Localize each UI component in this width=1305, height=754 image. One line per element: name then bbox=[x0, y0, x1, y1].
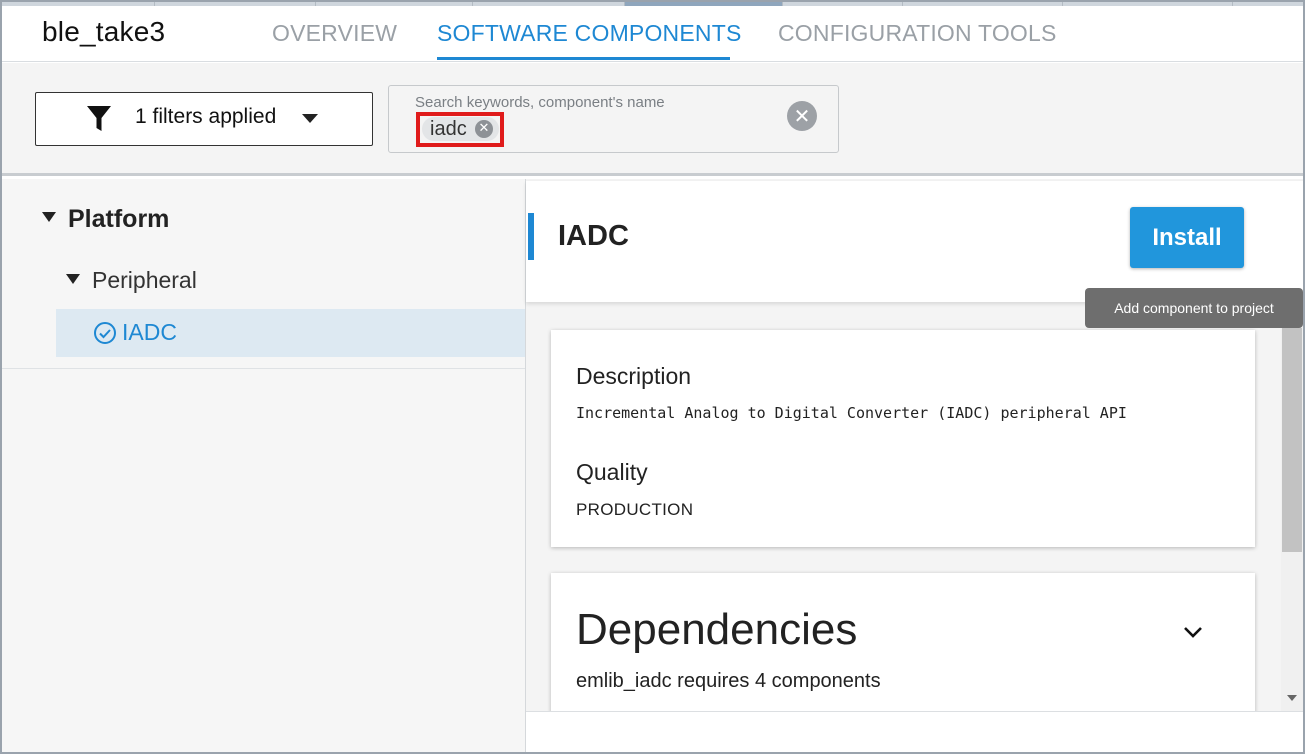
component-tree: Platform Peripheral IADC bbox=[2, 179, 525, 752]
clear-search-icon[interactable]: ✕ bbox=[787, 101, 817, 131]
expand-caret-icon[interactable] bbox=[66, 273, 80, 284]
description-label: Description bbox=[576, 363, 692, 389]
title-accent-bar bbox=[528, 213, 534, 260]
component-header: IADC Install bbox=[526, 181, 1303, 302]
funnel-icon bbox=[86, 105, 112, 138]
search-chip: iadc ✕ bbox=[422, 117, 499, 141]
tree-node-label: Platform bbox=[68, 205, 170, 233]
filter-button[interactable]: 1 filters applied bbox=[35, 92, 373, 146]
install-button[interactable]: Install bbox=[1130, 207, 1244, 268]
component-title: IADC bbox=[558, 220, 629, 252]
install-tooltip: Add component to project bbox=[1085, 288, 1303, 328]
search-chip-label: iadc bbox=[430, 118, 467, 140]
description-text: Incremental Analog to Digital Converter … bbox=[576, 404, 1127, 422]
quality-label: Quality bbox=[576, 459, 648, 485]
scroll-thumb[interactable] bbox=[1282, 328, 1302, 552]
tab-overview[interactable]: OVERVIEW bbox=[272, 20, 397, 47]
dependencies-card: Dependencies emlib_iadc requires 4 compo… bbox=[551, 573, 1255, 733]
tree-node-label: Peripheral bbox=[92, 267, 197, 293]
tree-node-iadc[interactable]: IADC bbox=[56, 309, 525, 357]
active-tab-indicator bbox=[437, 57, 730, 60]
dependencies-title: Dependencies bbox=[576, 605, 858, 654]
tree-node-peripheral[interactable]: Peripheral bbox=[66, 267, 197, 294]
chevron-down-icon[interactable] bbox=[1181, 624, 1205, 645]
filter-button-label: 1 filters applied bbox=[135, 105, 277, 128]
quality-value: PRODUCTION bbox=[576, 500, 694, 519]
tab-configuration-tools[interactable]: CONFIGURATION TOOLS bbox=[778, 20, 1057, 47]
tab-software-components[interactable]: SOFTWARE COMPONENTS bbox=[437, 20, 742, 47]
component-detail-pane: IADC Install Add component to project De… bbox=[526, 179, 1303, 752]
project-name: ble_take3 bbox=[42, 16, 166, 47]
component-info-card: Description Incremental Analog to Digita… bbox=[551, 330, 1255, 547]
chip-remove-icon[interactable]: ✕ bbox=[475, 120, 493, 138]
detail-scrollbar[interactable] bbox=[1281, 306, 1303, 711]
scroll-down-icon[interactable] bbox=[1287, 695, 1297, 701]
filter-bar: 1 filters applied Search keywords, compo… bbox=[2, 63, 1303, 176]
expand-caret-icon[interactable] bbox=[42, 212, 56, 223]
detail-footer bbox=[526, 711, 1303, 752]
project-header: ble_take3 OVERVIEW SOFTWARE COMPONENTS C… bbox=[2, 6, 1303, 62]
check-circle-icon bbox=[93, 321, 117, 350]
tree-node-platform[interactable]: Platform bbox=[42, 205, 169, 234]
dependencies-summary: emlib_iadc requires 4 components bbox=[576, 670, 881, 692]
tree-divider bbox=[2, 368, 525, 369]
tree-node-label: IADC bbox=[122, 319, 177, 345]
caret-down-icon bbox=[302, 114, 318, 123]
search-input[interactable]: Search keywords, component's name iadc ✕… bbox=[388, 85, 839, 153]
search-placeholder: Search keywords, component's name bbox=[415, 94, 665, 111]
app-window: ble_take3 OVERVIEW SOFTWARE COMPONENTS C… bbox=[0, 0, 1305, 754]
